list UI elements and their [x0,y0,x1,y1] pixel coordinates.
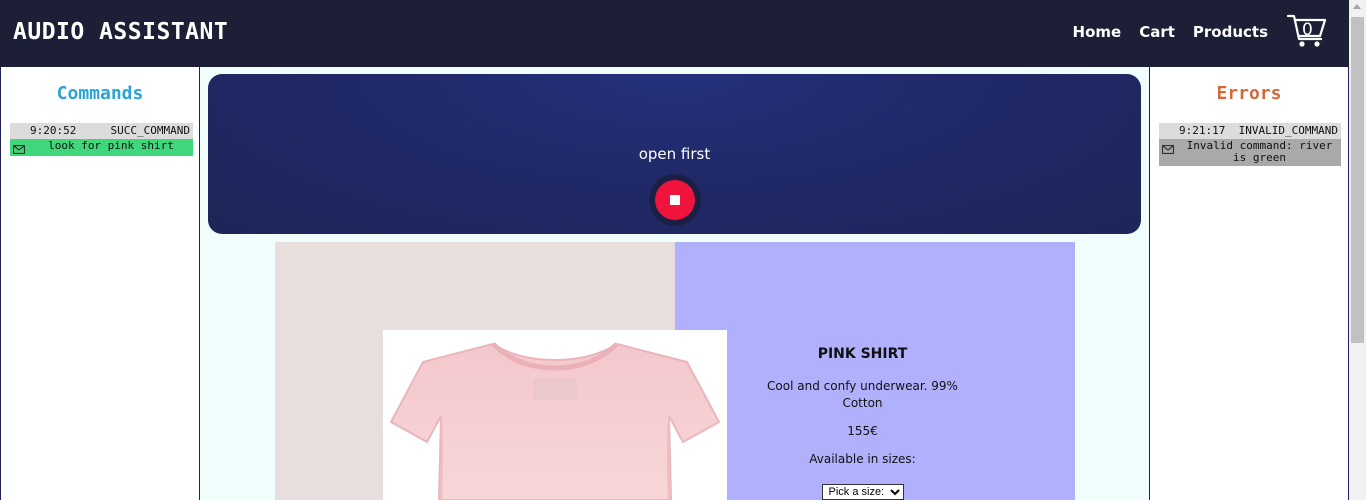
top-navbar: AUDIO ASSISTANT Home Cart Products 0 [0,0,1349,67]
command-text: look for pink shirt [48,139,174,152]
main-nav: Home Cart Products [1073,23,1268,41]
nav-cart-link[interactable]: Cart [1139,23,1175,41]
error-time: 9:21:17 [1179,124,1226,137]
mail-icon [13,145,25,154]
record-button-ring [649,174,701,226]
sizes-label: Available in sizes: [809,452,916,466]
brand-title: AUDIO ASSISTANT [13,19,229,45]
product-detail: PINK SHIRT Cool and confy underwear. 99%… [275,242,1075,500]
voice-transcript: open first [638,145,711,163]
pink-shirt-image [389,342,721,500]
product-image [383,330,727,500]
command-log-header: 9:20:52 SUCC_COMMAND [10,123,193,139]
stop-recording-button[interactable] [655,180,695,220]
stop-icon [670,195,680,205]
product-description: Cool and confy underwear. 99% Cotton [767,379,958,410]
scroll-up-arrow-icon[interactable] [1353,4,1361,9]
nav-products-link[interactable]: Products [1193,23,1268,41]
product-price: 155€ [847,424,878,438]
errors-title: Errors [1216,83,1282,104]
size-select[interactable]: Pick a size: [821,484,904,500]
page-scrollbar[interactable] [1349,0,1366,500]
cart-button[interactable]: 0 [1287,13,1327,49]
error-log-entry: 9:21:17 INVALID_COMMAND Invalid command:… [1159,123,1341,166]
nav-home-link[interactable]: Home [1073,23,1122,41]
errors-panel: Errors 9:21:17 INVALID_COMMAND Invalid c… [1149,67,1349,500]
error-message: Invalid command: river is green [1159,139,1341,166]
product-name: PINK SHIRT [817,346,908,362]
commands-title: Commands [56,83,144,104]
command-log-entry: 9:20:52 SUCC_COMMAND look for pink shirt [10,123,193,156]
mail-icon [1162,145,1174,154]
error-status: INVALID_COMMAND [1238,124,1338,137]
error-log-header: 9:21:17 INVALID_COMMAND [1159,123,1341,139]
cart-count-badge: 0 [1302,20,1313,40]
scrollbar-thumb[interactable] [1351,17,1364,343]
product-info: PINK SHIRT Cool and confy underwear. 99%… [765,346,960,500]
error-text: Invalid command: river is green [1186,139,1333,164]
main-content: open first PINK SHIRT Cool and confy und… [200,67,1149,500]
command-time: 9:20:52 [30,124,77,137]
command-status: SUCC_COMMAND [110,124,190,137]
command-message: look for pink shirt [10,139,193,156]
commands-panel: Commands 9:20:52 SUCC_COMMAND look for p… [0,67,200,500]
voice-assistant-card: open first [208,74,1141,234]
